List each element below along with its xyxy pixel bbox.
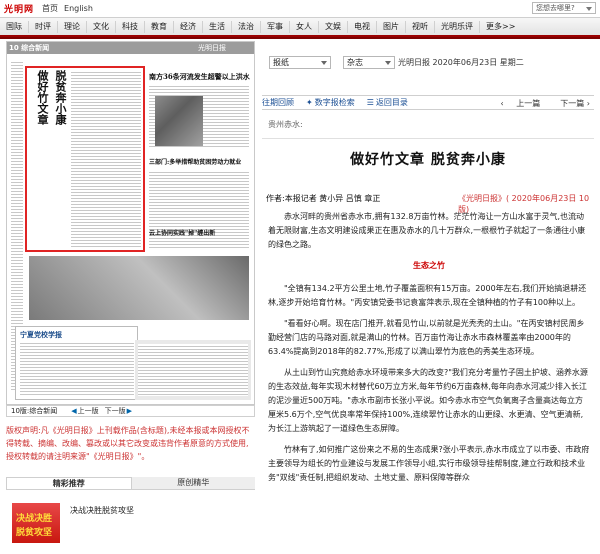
page-navigation: 10版:综合新闻 ◀ 上一版 下一版 ▶ (6, 405, 255, 417)
nav-item-law[interactable]: 法治 (232, 20, 261, 33)
article-paragraph: 竹林有了,如何推广这份来之不易的生态成果?张小平表示,赤水市成立了以市委、市政府… (268, 445, 590, 482)
next-page-button[interactable]: 下一版 ▶ (105, 406, 133, 416)
paper-headline-col1: 做好竹文章 (36, 70, 49, 125)
nav-item-music[interactable]: 光明乐评 (435, 20, 480, 33)
nav-item-women[interactable]: 女人 (290, 20, 319, 33)
paper-text-block (71, 70, 141, 248)
recommend-banner-image[interactable]: 决战决胜 脱贫攻坚 (12, 503, 60, 543)
nav-item-more[interactable]: 更多>> (480, 21, 521, 33)
paper-text-block (149, 170, 249, 250)
paper-type-select[interactable]: 报纸 (269, 56, 331, 69)
article-byline: 作者:本报记者 黄小异 吕慎 章正 (266, 194, 381, 203)
paper-box-title: 宁夏党校学报 (20, 330, 62, 339)
nav-item-education[interactable]: 教育 (145, 20, 174, 33)
arrow-right-icon: ▶ (126, 407, 133, 415)
past-issues-label: 往期回顾 (262, 98, 294, 107)
newspaper-page-image[interactable]: 10 综合新闻 光明日报 做好竹文章 脱贫奔小康 南方36条河流发生超警以上洪水… (6, 41, 255, 405)
search-icon: ✦ (306, 98, 313, 107)
copyright-notice: 版权声明:凡《光明日报》上刊载作品(含标题),未经本报或本网授权不得转载、摘编、… (6, 426, 250, 461)
top-bar: 光明网 首页 English 您想去哪里? (0, 0, 600, 16)
next-article-link[interactable]: 下一篇 › (550, 98, 590, 109)
recommend-link[interactable]: 决战决胜脱贫攻坚 (70, 505, 134, 516)
nav-item-life[interactable]: 生活 (203, 20, 232, 33)
paper-page-label: 10 综合新闻 (9, 44, 50, 52)
paper-ad-area (135, 340, 251, 400)
nav-item-tv[interactable]: 电视 (348, 20, 377, 33)
english-link[interactable]: English (64, 4, 93, 13)
nav-item-culture[interactable]: 文化 (87, 20, 116, 33)
article-body: 赤水河畔的贵州省赤水市,拥有132.8万亩竹林。茫茫竹海让一方山水富于灵气,也流… (268, 210, 590, 492)
article-paragraph: 从土山到竹山究竟给赤水环境带来多大的改变?"我们充分考量竹子固土护坡、涵养水源的… (268, 368, 588, 433)
past-issues-button[interactable]: 往期回顾 (262, 97, 294, 108)
list-icon: ☰ (366, 98, 374, 107)
paper-photo (155, 96, 203, 146)
magazine-value: 杂志 (347, 58, 363, 67)
paper-text-block (20, 341, 134, 397)
previous-article-label: 上一篇 (516, 99, 541, 108)
chevron-down-icon (321, 61, 327, 65)
next-article-label: 下一篇 (560, 99, 585, 108)
nav-item-pictures[interactable]: 图片 (377, 20, 406, 33)
previous-article-link[interactable]: ‹ 上一篇 (501, 98, 541, 109)
current-page-label: 10版:综合新闻 (11, 407, 58, 415)
recommend-tabs: 精彩推荐 原创精华 (6, 477, 255, 490)
article-title: 做好竹文章 脱贫奔小康 (350, 152, 506, 168)
paper-headline-cloud[interactable]: 云上协同实践"掉"缠出新 (149, 228, 215, 237)
edition-date: 光明日报 2020年06月23日 星期二 (398, 58, 524, 67)
article-paragraph: "看看好心啊。现在店门推开,就看见竹山,以前就是光秃秃的土山。"在丙安镇村民周乡… (268, 319, 585, 356)
nav-divider (0, 37, 600, 39)
nav-item-tech[interactable]: 科技 (116, 20, 145, 33)
paper-logo: 光明日报 (198, 44, 226, 52)
chevron-down-icon (385, 61, 391, 65)
nav-item-military[interactable]: 军事 (261, 20, 290, 33)
tab-original[interactable]: 原创精华 (131, 477, 255, 489)
article-paragraph: "全镇有134.2平方公里土地,竹子覆盖面积有15万亩。2000年左右,我们开始… (268, 284, 587, 307)
nav-item-international[interactable]: 国际 (0, 20, 29, 33)
paper-headline-col2: 脱贫奔小康 (54, 70, 67, 125)
magazine-select[interactable]: 杂志 (343, 56, 395, 69)
paper-text-block (138, 344, 248, 396)
previous-page-label: 上一版 (77, 407, 99, 415)
digital-search-button[interactable]: ✦ 数字报检索 (306, 97, 355, 108)
back-to-contents-button[interactable]: ☰ 返回目录 (367, 97, 408, 108)
nav-item-commentary[interactable]: 时评 (29, 20, 58, 33)
paper-box: 宁夏党校学报 (15, 326, 138, 400)
site-navigator-select[interactable]: 您想去哪里? (532, 2, 596, 14)
nav-item-media[interactable]: 视听 (406, 20, 435, 33)
paper-headline-flood[interactable]: 南方36条河流发生超警以上洪水 (149, 72, 250, 82)
next-page-label: 下一版 (104, 407, 126, 415)
tab-featured[interactable]: 精彩推荐 (6, 477, 132, 489)
nav-item-theory[interactable]: 理论 (58, 20, 87, 33)
article-toolbar: 往期回顾 ✦ 数字报检索 ☰ 返回目录 ‹ 上一篇 下一篇 › (262, 95, 594, 110)
digital-search-label: 数字报检索 (314, 98, 355, 107)
previous-page-button[interactable]: ◀ 上一版 (71, 406, 98, 416)
section-header: 贵州赤水: (262, 113, 594, 139)
site-logo[interactable]: 光明网 (4, 2, 34, 15)
paper-type-value: 报纸 (273, 58, 289, 67)
article-pager: ‹ 上一篇 下一篇 › (491, 98, 591, 109)
banner-line-1: 决战决胜 (16, 514, 53, 524)
chevron-down-icon (586, 7, 592, 11)
paper-headline-employment[interactable]: 三部门:多举措帮助贫困劳动力就业 (149, 157, 241, 166)
banner-line-2: 脱贫攻坚 (16, 528, 53, 538)
section-label: 贵州赤水: (268, 120, 303, 129)
back-to-contents-label: 返回目录 (375, 98, 408, 107)
nav-item-economy[interactable]: 经济 (174, 20, 203, 33)
home-link[interactable]: 首页 (42, 3, 58, 14)
nav-item-entertainment[interactable]: 文娱 (319, 20, 348, 33)
main-nav: 国际 时评 理论 文化 科技 教育 经济 生活 法治 军事 女人 文娱 电视 图… (0, 17, 600, 37)
article-paragraph: 赤水河畔的贵州省赤水市,拥有132.8万亩竹林。茫茫竹海让一方山水富于灵气,也流… (268, 212, 586, 249)
arrow-left-icon: ◀ (71, 407, 77, 415)
site-navigator-label: 您想去哪里? (536, 4, 575, 12)
paper-photo-strip (29, 256, 249, 320)
article-subtitle: 生态之竹 (413, 261, 445, 270)
